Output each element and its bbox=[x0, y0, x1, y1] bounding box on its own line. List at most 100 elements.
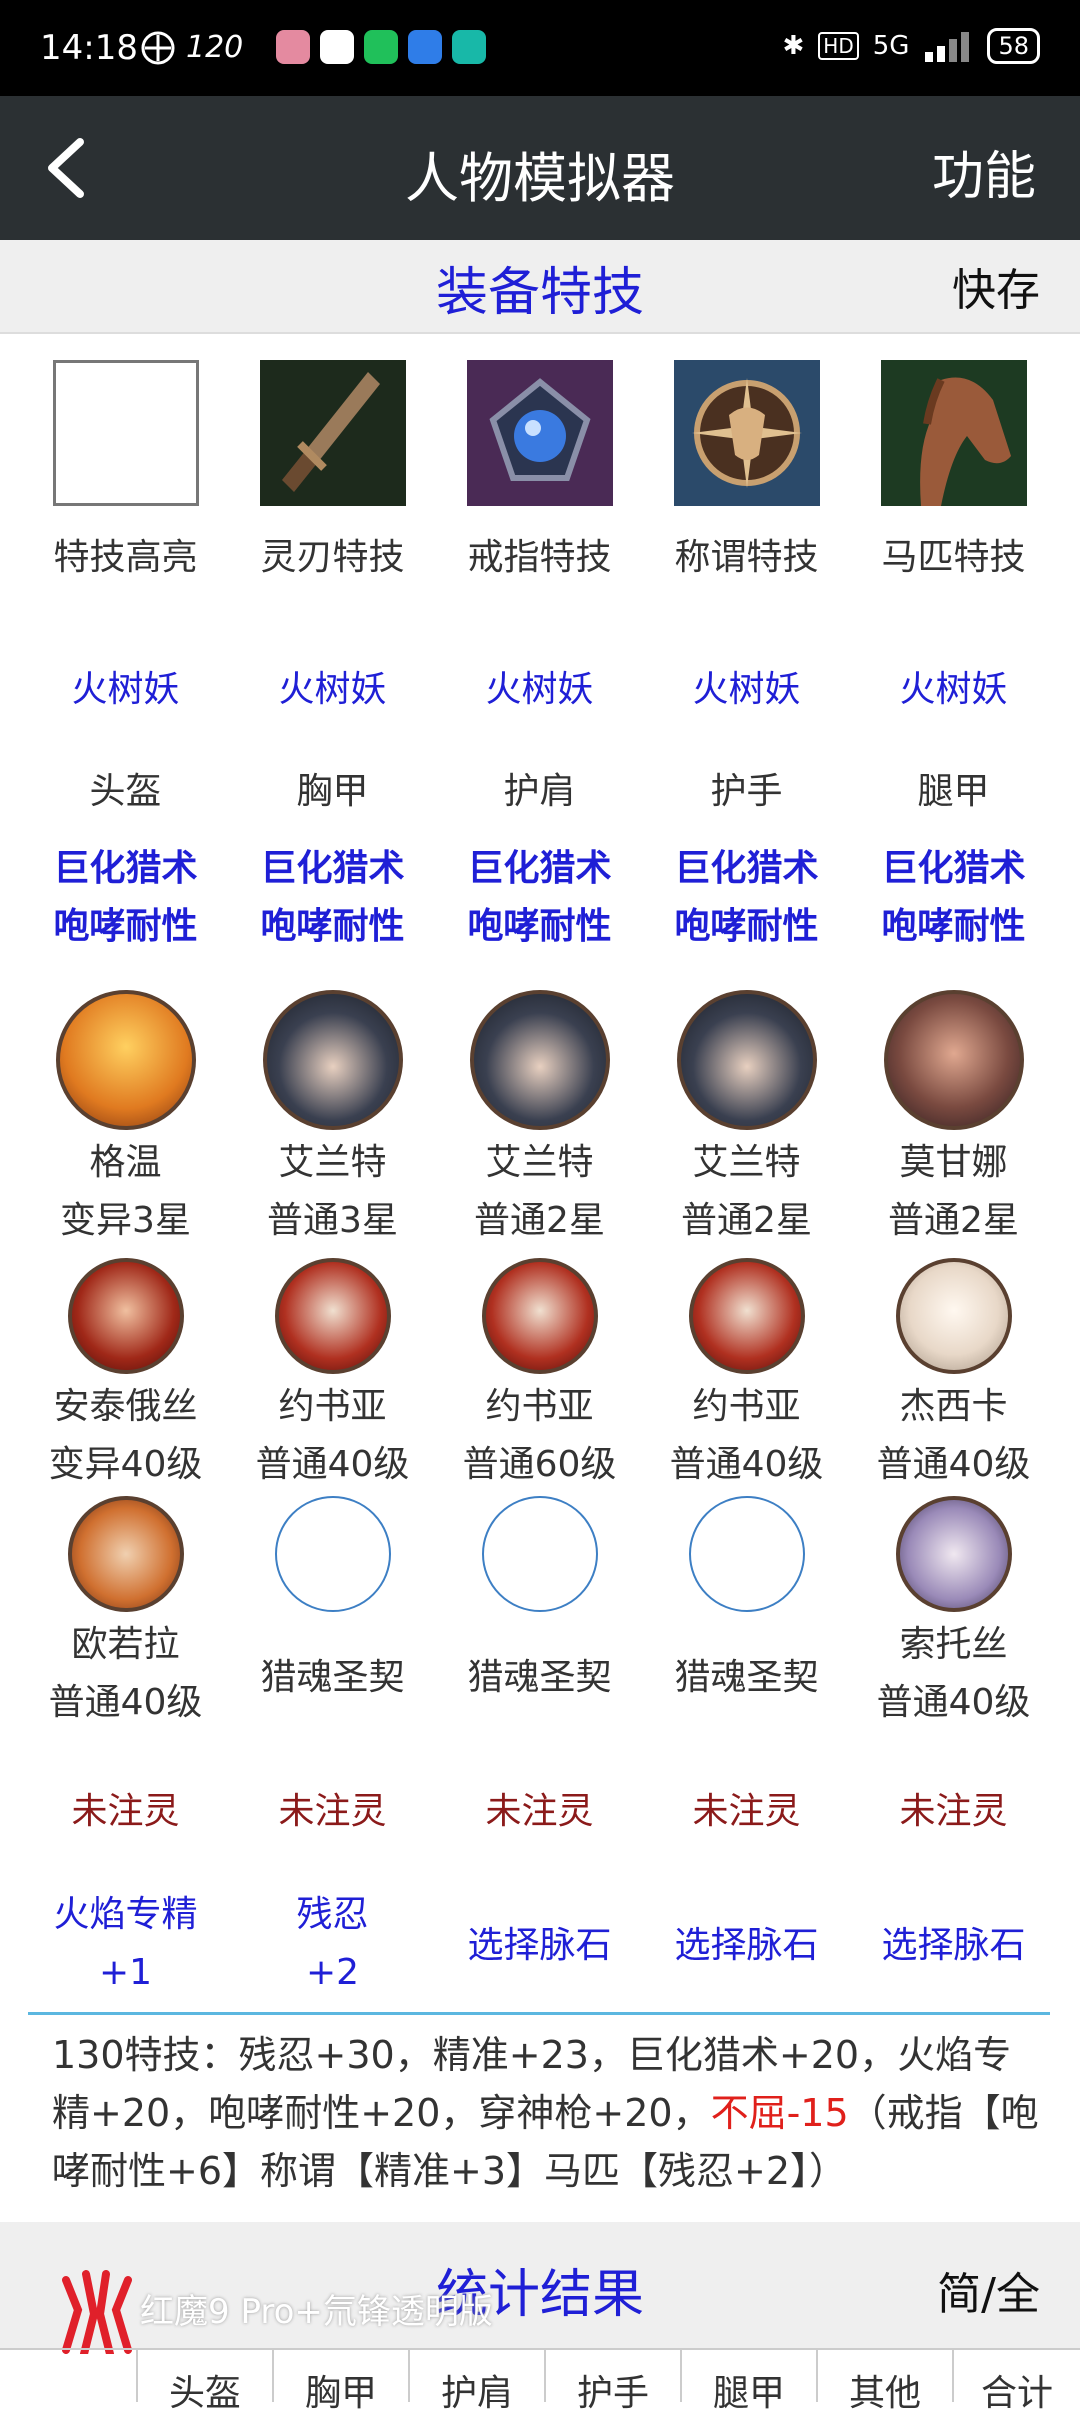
monster-select[interactable]: 火树妖 bbox=[643, 660, 850, 712]
table-header-cell: 胸甲 bbox=[272, 2350, 408, 2414]
skill-slot-title[interactable]: 称谓特技 bbox=[643, 360, 850, 580]
hero-grade: 普通40级 bbox=[876, 1444, 1031, 1485]
hero-name: 约书亚 bbox=[692, 1386, 801, 1427]
table-header-cell: 护肩 bbox=[408, 2350, 544, 2414]
hero-card[interactable]: 欧若拉 普通40级 bbox=[22, 1496, 229, 1732]
empty-slot-circle bbox=[481, 1496, 598, 1612]
gear-skill-pair[interactable]: 巨化猎术 咆哮耐性 bbox=[22, 840, 229, 956]
hero-name: 艾兰特 bbox=[278, 1142, 387, 1183]
refresh-rate: 120 bbox=[186, 30, 244, 65]
skill-slot-highlight[interactable]: 特技高亮 bbox=[22, 360, 229, 580]
monster-select[interactable]: 火树妖 bbox=[22, 660, 229, 712]
monster-select[interactable]: 火树妖 bbox=[229, 660, 436, 712]
hero-name: 杰西卡 bbox=[899, 1386, 1008, 1427]
function-button[interactable]: 功能 bbox=[932, 134, 1036, 209]
vein-name: 残忍 bbox=[296, 1894, 369, 1935]
hero-avatar bbox=[883, 990, 1024, 1130]
empty-slot-circle bbox=[688, 1496, 805, 1612]
bluetooth-icon: ✱ bbox=[782, 31, 805, 61]
skill-slot-ring[interactable]: 戒指特技 bbox=[436, 360, 643, 580]
quick-save-button[interactable]: 快存 bbox=[952, 254, 1040, 318]
hero-grade: 普通40级 bbox=[48, 1682, 203, 1723]
skill-slot-label: 马匹特技 bbox=[881, 537, 1026, 578]
hd-badge: HD bbox=[818, 32, 859, 60]
skill-slot-label: 称谓特技 bbox=[674, 537, 819, 578]
skill-slot-horse[interactable]: 马匹特技 bbox=[850, 360, 1057, 580]
simple-full-toggle[interactable]: 简/全 bbox=[937, 2258, 1040, 2322]
infuse-status[interactable]: 未注灵 bbox=[22, 1782, 229, 1834]
hero-grade: 普通40级 bbox=[876, 1682, 1031, 1723]
hero-card[interactable]: 杰西卡 普通40级 bbox=[850, 1258, 1057, 1494]
hunt-soul-label: 猎魂圣契 bbox=[467, 1657, 612, 1698]
infuse-status[interactable]: 未注灵 bbox=[643, 1782, 850, 1834]
hero-card[interactable]: 艾兰特 普通2星 bbox=[436, 990, 643, 1250]
hunt-soul-slot[interactable]: 猎魂圣契 bbox=[229, 1496, 436, 1700]
hero-grade: 变异3星 bbox=[60, 1200, 191, 1241]
equip-section-title[interactable]: 装备特技 bbox=[0, 250, 1080, 325]
hero-avatar bbox=[676, 990, 817, 1130]
gear-skill-pair[interactable]: 巨化猎术 咆哮耐性 bbox=[229, 840, 436, 956]
page-title: 人物模拟器 bbox=[405, 147, 675, 210]
hero-name: 艾兰特 bbox=[485, 1142, 594, 1183]
hero-grade: 普通2星 bbox=[681, 1200, 812, 1241]
hero-avatar bbox=[67, 1496, 184, 1612]
hero-name: 索托丝 bbox=[899, 1624, 1008, 1665]
infuse-status[interactable]: 未注灵 bbox=[436, 1782, 643, 1834]
gear-skill-1: 巨化猎术 bbox=[881, 848, 1026, 889]
hero-card[interactable]: 艾兰特 普通2星 bbox=[643, 990, 850, 1250]
hunt-soul-slot[interactable]: 猎魂圣契 bbox=[643, 1496, 850, 1700]
hero-name: 安泰俄丝 bbox=[53, 1386, 198, 1427]
emblem-icon bbox=[673, 360, 820, 506]
gear-slot-label: 胸甲 bbox=[296, 771, 369, 812]
app-bar: 人物模拟器 功能 bbox=[0, 96, 1080, 240]
monster-select[interactable]: 火树妖 bbox=[436, 660, 643, 712]
hunt-soul-slot[interactable]: 猎魂圣契 bbox=[436, 1496, 643, 1700]
hero-card[interactable]: 莫甘娜 普通2星 bbox=[850, 990, 1057, 1250]
hero-card[interactable]: 约书亚 普通60级 bbox=[436, 1258, 643, 1494]
wechat-icon bbox=[364, 30, 398, 64]
gear-skill-pair[interactable]: 巨化猎术 咆哮耐性 bbox=[643, 840, 850, 956]
hero-name: 艾兰特 bbox=[692, 1142, 801, 1183]
hero-card[interactable]: 安泰俄丝 变异40级 bbox=[22, 1258, 229, 1494]
equip-section-header: 装备特技 快存 bbox=[0, 240, 1080, 334]
skill-slot-blade[interactable]: 灵刃特技 bbox=[229, 360, 436, 580]
hero-avatar bbox=[274, 1258, 391, 1374]
gear-skill-pair[interactable]: 巨化猎术 咆哮耐性 bbox=[436, 840, 643, 956]
hero-grade: 普通3星 bbox=[267, 1200, 398, 1241]
hero-grade: 普通2星 bbox=[474, 1200, 605, 1241]
table-header-cell: 护手 bbox=[544, 2350, 680, 2414]
hero-avatar bbox=[469, 990, 610, 1130]
hero-card[interactable]: 约书亚 普通40级 bbox=[643, 1258, 850, 1494]
hero-card[interactable]: 格温 变异3星 bbox=[22, 990, 229, 1250]
vein-stone-select[interactable]: 选择脉石 bbox=[643, 1916, 850, 1968]
vein-stone-select[interactable]: 选择脉石 bbox=[850, 1916, 1057, 1968]
gear-skill-1: 巨化猎术 bbox=[467, 848, 612, 889]
hero-avatar bbox=[895, 1496, 1012, 1612]
hero-name: 约书亚 bbox=[278, 1386, 387, 1427]
hero-card[interactable]: 索托丝 普通40级 bbox=[850, 1496, 1057, 1732]
infuse-status[interactable]: 未注灵 bbox=[850, 1782, 1057, 1834]
device-watermark: 红魔9 Pro+氘锋透明版 bbox=[140, 2292, 493, 2332]
vein-stone-select[interactable]: 残忍 +2 bbox=[229, 1886, 436, 2002]
status-right: ✱ HD 5G 58 bbox=[782, 28, 1040, 64]
monster-select[interactable]: 火树妖 bbox=[850, 660, 1057, 712]
dagger-icon bbox=[259, 360, 406, 506]
skill-slot-label: 特技高亮 bbox=[53, 537, 198, 578]
hero-avatar bbox=[55, 990, 196, 1130]
vein-name: 火焰专精 bbox=[53, 1894, 198, 1935]
gear-skill-pair[interactable]: 巨化猎术 咆哮耐性 bbox=[850, 840, 1057, 956]
hero-name: 欧若拉 bbox=[71, 1624, 180, 1665]
vein-stone-select[interactable]: 火焰专精 +1 bbox=[22, 1886, 229, 2002]
hero-grade: 变异40级 bbox=[48, 1444, 203, 1485]
vein-level: +1 bbox=[98, 1952, 153, 1993]
table-header-cell: 合计 bbox=[952, 2350, 1080, 2414]
hero-avatar bbox=[688, 1258, 805, 1374]
infuse-status[interactable]: 未注灵 bbox=[229, 1782, 436, 1834]
vein-stone-select[interactable]: 选择脉石 bbox=[436, 1916, 643, 1968]
hero-card[interactable]: 约书亚 普通40级 bbox=[229, 1258, 436, 1494]
pinwheel-icon bbox=[141, 31, 175, 65]
hero-card[interactable]: 艾兰特 普通3星 bbox=[229, 990, 436, 1250]
hero-name: 约书亚 bbox=[485, 1386, 594, 1427]
hero-avatar bbox=[262, 990, 403, 1130]
gear-slot-label: 腿甲 bbox=[917, 771, 990, 812]
